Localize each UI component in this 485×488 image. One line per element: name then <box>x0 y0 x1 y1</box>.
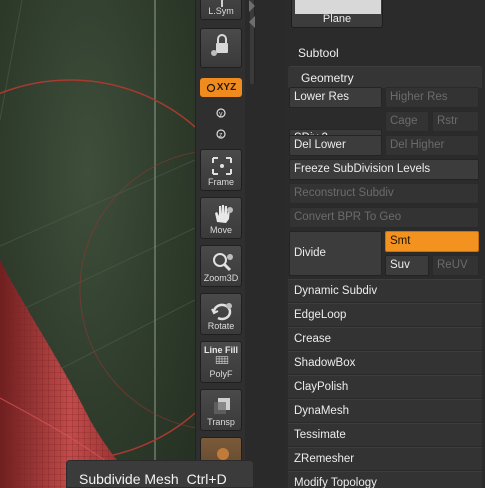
panel-divider <box>245 0 285 488</box>
zoom3d-button[interactable]: Zoom3D <box>200 245 242 287</box>
expand-arrow-icon[interactable] <box>248 0 256 12</box>
section-modify-topology[interactable]: Modify Topology <box>288 471 482 488</box>
tooltip-title: Subdivide Mesh <box>79 471 179 487</box>
svg-text:z: z <box>219 132 223 139</box>
zoom3d-label: Zoom3D <box>203 273 239 283</box>
convert-bpr-button[interactable]: Convert BPR To Geo <box>289 207 479 228</box>
transp-button[interactable]: Transp <box>200 389 242 431</box>
section-tessimate[interactable]: Tessimate <box>288 423 482 446</box>
freeze-subdivision-button[interactable]: Freeze SubDivision Levels <box>289 159 479 180</box>
tooltip-shortcut: Ctrl+D <box>186 471 227 487</box>
local-lock-button[interactable] <box>200 28 242 68</box>
section-shadowbox[interactable]: ShadowBox <box>288 351 482 374</box>
z-rotate-button[interactable]: z <box>200 125 242 143</box>
plane-thumbnail-image <box>295 0 381 14</box>
xyz-rotate-button[interactable]: XYZ <box>200 78 242 97</box>
smt-toggle[interactable]: Smt <box>385 231 479 252</box>
frame-icon <box>212 157 232 175</box>
geometry-header[interactable]: Geometry <box>288 66 482 88</box>
cage-button[interactable]: Cage <box>385 111 429 132</box>
rstr-button[interactable]: Rstr <box>432 111 479 132</box>
section-dynamesh[interactable]: DynaMesh <box>288 399 482 422</box>
lsym-button[interactable]: L.Sym <box>200 0 242 20</box>
reuv-button[interactable]: ReUV <box>432 255 479 276</box>
divide-button[interactable]: Divide <box>289 231 382 276</box>
section-zremesher[interactable]: ZRemesher <box>288 447 482 470</box>
section-crease[interactable]: Crease <box>288 327 482 350</box>
viewport-scene <box>0 0 195 488</box>
section-dynamic-subdiv[interactable]: Dynamic Subdiv <box>288 279 482 302</box>
lsym-label: L.Sym <box>208 6 234 16</box>
move-label: Move <box>209 225 232 235</box>
polyframe-icon <box>215 356 229 364</box>
svg-text:y: y <box>219 111 223 118</box>
viewport-toolbar: L.Sym XYZ y z Frame Move Zoom3D Rotate L… <box>195 0 245 488</box>
del-higher-button[interactable]: Del Higher <box>385 135 479 156</box>
rotate-label: Rotate <box>207 321 235 331</box>
lock-icon <box>211 34 228 56</box>
frame-label: Frame <box>207 177 234 187</box>
del-lower-button[interactable]: Del Lower <box>289 135 382 156</box>
rotate-icon <box>211 303 232 321</box>
move-hand-icon <box>215 205 233 223</box>
y-rotate-icon: y <box>216 108 226 118</box>
subtool-panel: Plane Subtool Geometry Lower Res Higher … <box>285 0 485 488</box>
move-button[interactable]: Move <box>200 197 242 239</box>
zoom3d-icon <box>213 253 233 272</box>
divider-grip[interactable] <box>250 0 255 84</box>
transp-label: Transp <box>207 417 235 427</box>
polyframe-button[interactable]: Line Fill PolyF <box>200 341 242 383</box>
lower-res-button[interactable]: Lower Res <box>289 87 382 108</box>
suv-toggle[interactable]: Suv <box>385 255 429 276</box>
z-rotate-icon: z <box>216 129 226 139</box>
subtool-header[interactable]: Subtool <box>285 42 485 64</box>
plane-tool-thumbnail[interactable]: Plane <box>291 0 383 28</box>
plane-label: Plane <box>322 13 352 25</box>
frame-button[interactable]: Frame <box>200 149 242 191</box>
3d-viewport[interactable] <box>0 0 195 488</box>
rotate-button[interactable]: Rotate <box>200 293 242 335</box>
tooltip: Subdivide Mesh Ctrl+D <box>66 460 254 488</box>
linefill-label: Line Fill <box>203 345 238 355</box>
section-edgeloop[interactable]: EdgeLoop <box>288 303 482 326</box>
xyz-rotate-icon <box>206 83 215 92</box>
xyz-label: XYZ <box>216 82 237 93</box>
reconstruct-subdiv-button[interactable]: Reconstruct Subdiv <box>289 183 479 204</box>
y-rotate-button[interactable]: y <box>200 104 242 122</box>
collapse-arrow-icon[interactable] <box>248 16 256 28</box>
section-claypolish[interactable]: ClayPolish <box>288 375 482 398</box>
transp-icon <box>214 398 230 414</box>
higher-res-button[interactable]: Higher Res <box>385 87 479 108</box>
polyframe-label: PolyF <box>209 369 233 379</box>
